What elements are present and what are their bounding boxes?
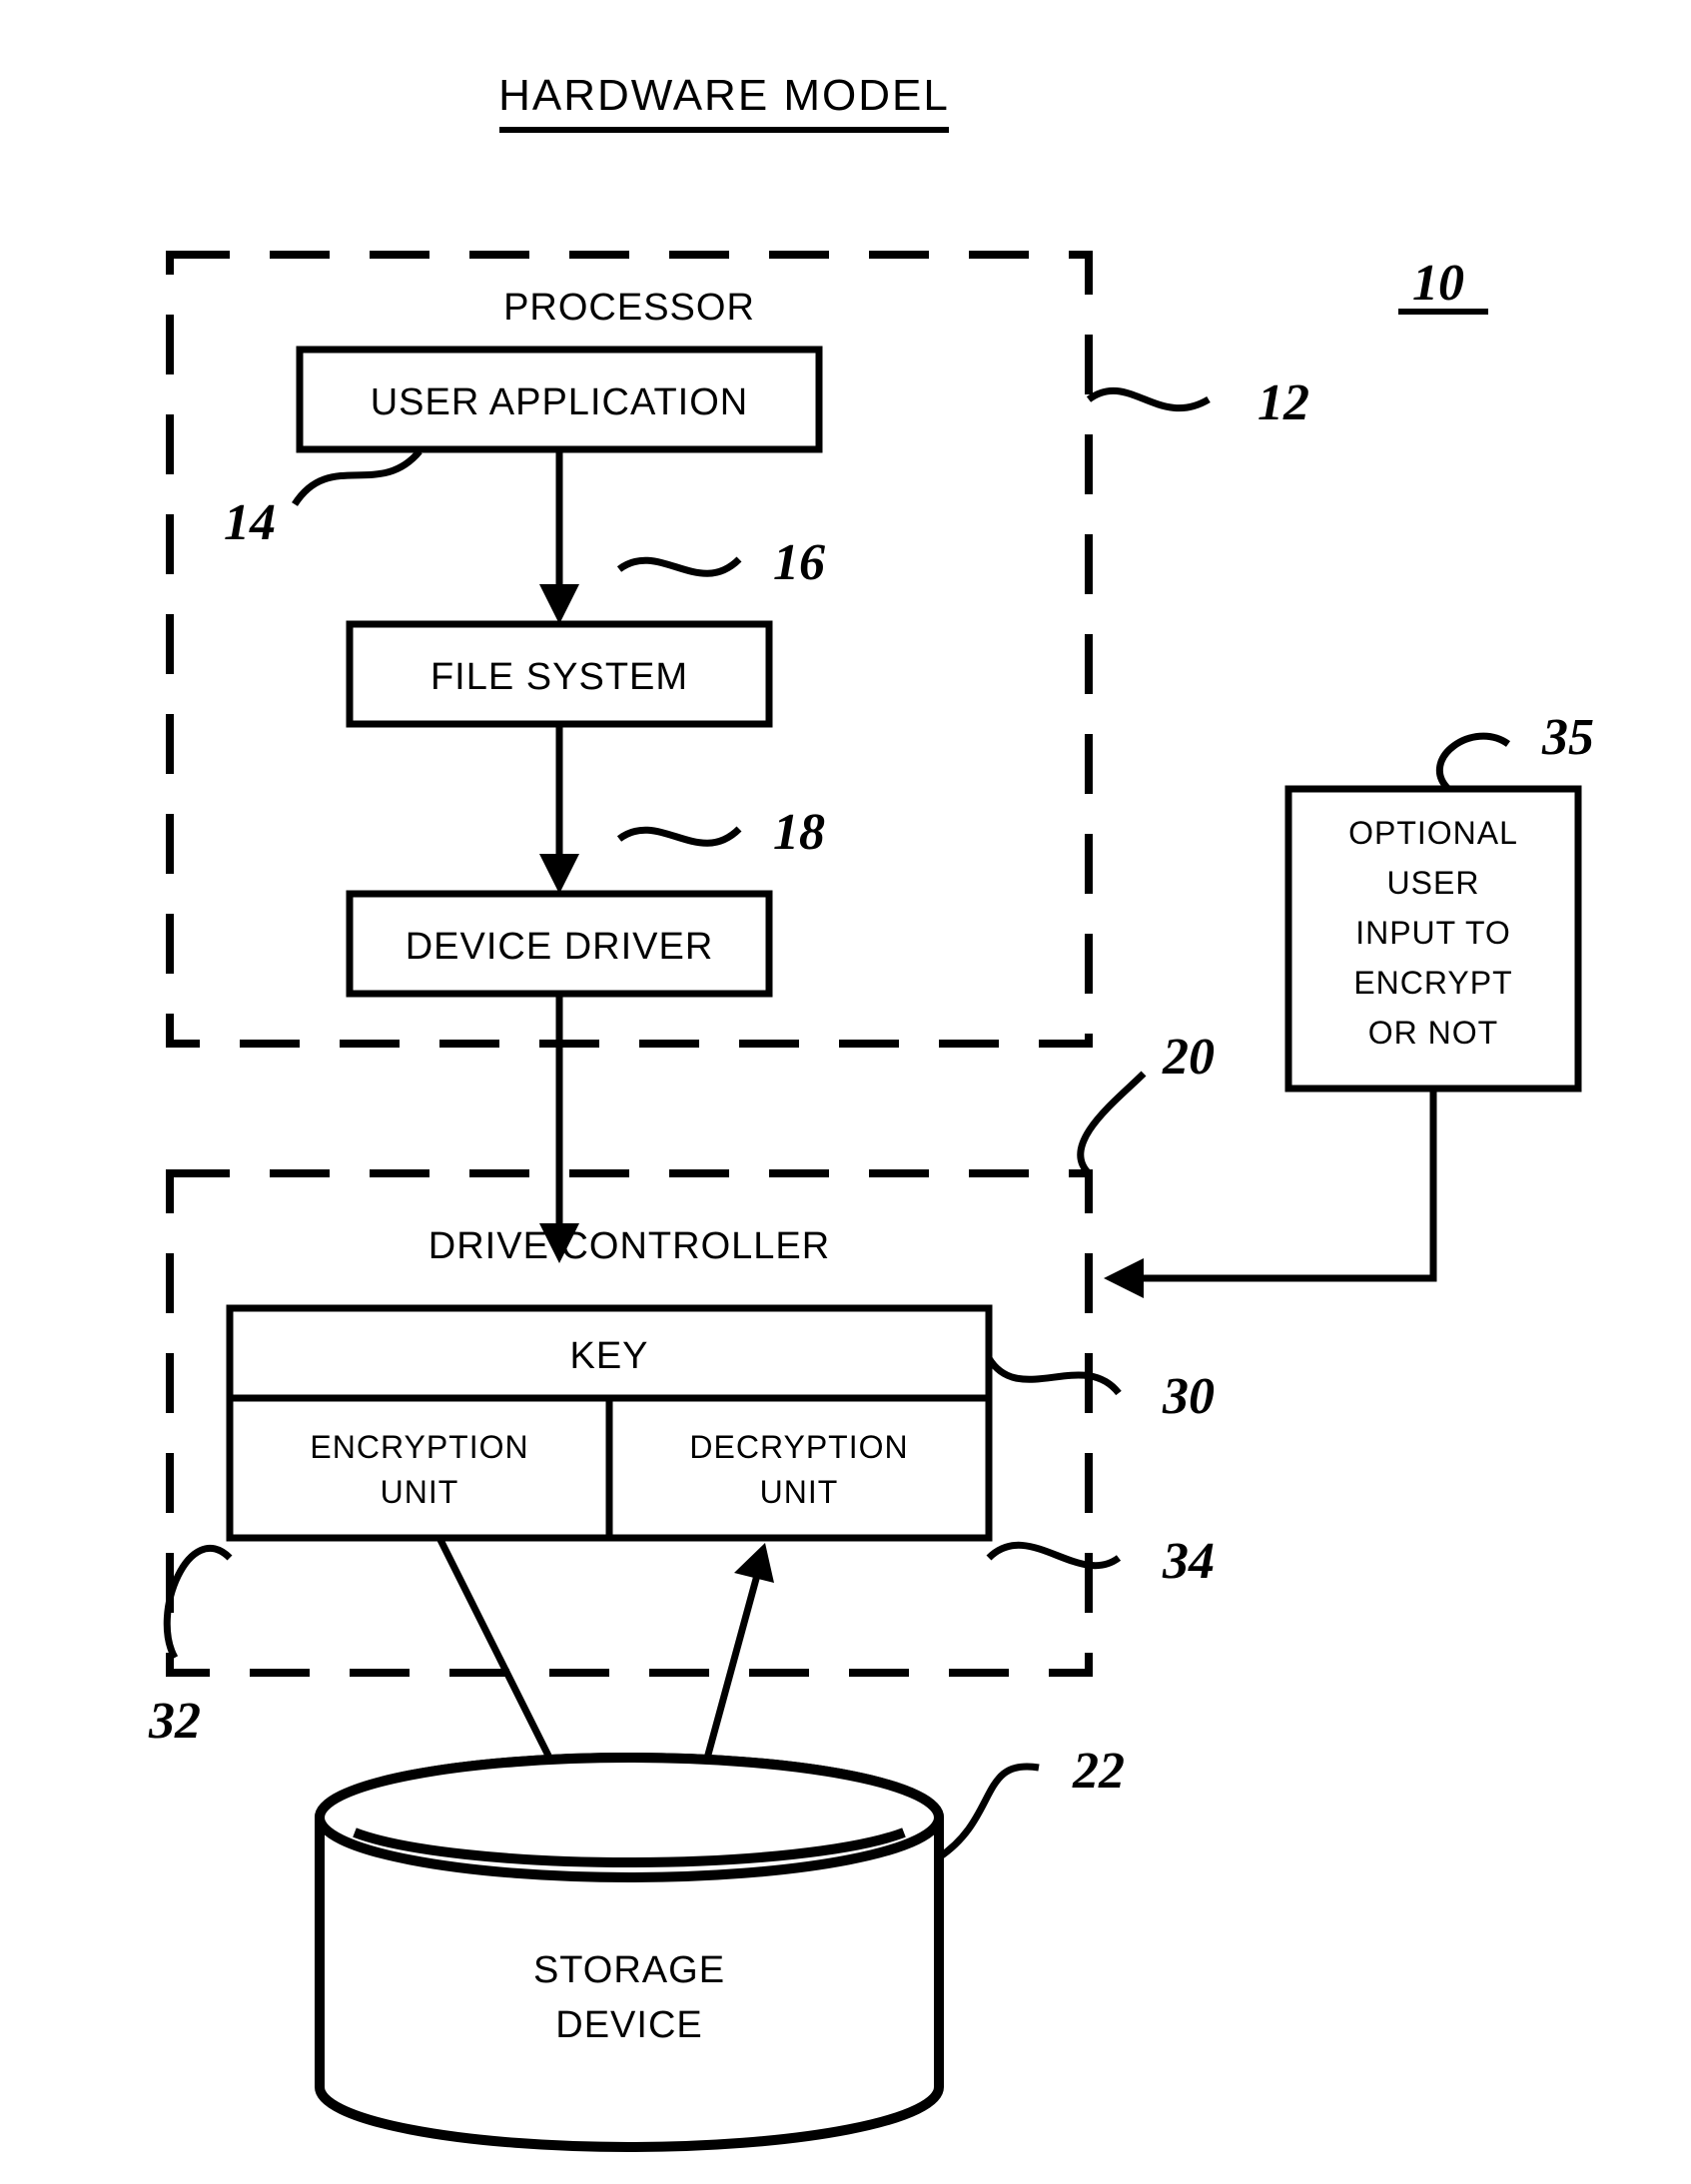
ref-32: 32 — [148, 1693, 201, 1750]
ref-22: 22 — [1072, 1743, 1125, 1800]
arrow-ua-fs-head — [539, 584, 579, 624]
encryption-unit-l2: UNIT — [381, 1474, 459, 1510]
ref-14-lead — [295, 451, 420, 504]
optional-input-l5: OR NOT — [1368, 1015, 1498, 1051]
ref-16-lead — [619, 559, 739, 573]
optional-to-dc-head — [1104, 1258, 1144, 1298]
encryption-unit-l1: ENCRYPTION — [310, 1429, 528, 1465]
ref-18: 18 — [773, 804, 825, 861]
ref-32-lead — [167, 1548, 230, 1658]
processor-label: PROCESSOR — [503, 287, 755, 329]
encryption-unit-box — [230, 1398, 609, 1538]
ref-18-lead — [619, 829, 739, 843]
optional-input-l2: USER — [1387, 865, 1480, 901]
decryption-unit-l1: DECRYPTION — [689, 1429, 908, 1465]
optional-input-l1: OPTIONAL — [1348, 815, 1518, 851]
ref-30: 30 — [1162, 1368, 1215, 1425]
ref-20: 20 — [1162, 1029, 1215, 1086]
ref-34-lead — [989, 1545, 1119, 1565]
ref-35: 35 — [1541, 709, 1594, 766]
ref-30-lead — [989, 1358, 1119, 1393]
optional-input-l4: ENCRYPT — [1353, 965, 1512, 1001]
ref-20-lead — [1081, 1074, 1144, 1173]
ref-12-lead — [1089, 390, 1209, 407]
decryption-unit-l2: UNIT — [760, 1474, 839, 1510]
arrow-storage-dec-head — [734, 1543, 774, 1583]
diagram-title: HARDWARE MODEL — [498, 71, 950, 120]
arrow-fs-dd-head — [539, 854, 579, 894]
ref-35-lead — [1439, 736, 1508, 789]
decryption-unit-box — [609, 1398, 989, 1538]
drive-controller-label: DRIVE CONTROLLER — [428, 1225, 830, 1267]
ref-10: 10 — [1412, 255, 1464, 312]
ref-12: 12 — [1258, 374, 1309, 431]
optional-to-dc-line — [1129, 1089, 1433, 1278]
storage-l1: STORAGE — [533, 1949, 725, 1991]
optional-input-l3: INPUT TO — [1355, 915, 1511, 951]
ref-34: 34 — [1162, 1533, 1215, 1590]
ref-14: 14 — [224, 494, 276, 551]
user-application-label: USER APPLICATION — [371, 381, 749, 423]
storage-l2: DEVICE — [555, 2004, 702, 2046]
file-system-label: FILE SYSTEM — [430, 656, 688, 698]
ref-16: 16 — [773, 534, 825, 591]
device-driver-label: DEVICE DRIVER — [406, 926, 714, 968]
arrow-enc-storage-line — [439, 1538, 559, 1778]
ref-22-lead — [939, 1767, 1039, 1857]
key-label: KEY — [569, 1335, 648, 1377]
